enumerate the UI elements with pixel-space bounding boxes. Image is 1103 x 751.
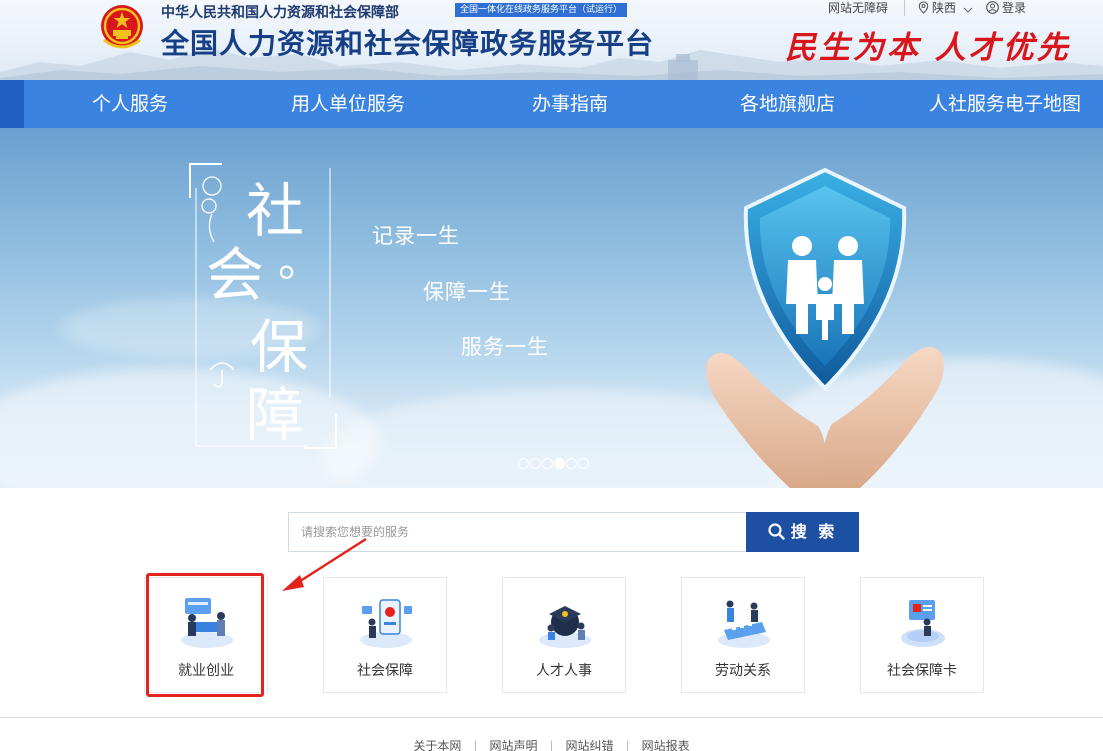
utility-divider bbox=[904, 0, 905, 16]
footer-separator: | bbox=[473, 739, 478, 751]
main-nav: 个人服务 用人单位服务 办事指南 各地旗舰店 人社服务电子地图 bbox=[0, 80, 1103, 128]
beta-tag: 全国一体化在线政务服务平台（试运行） bbox=[455, 3, 628, 17]
service-card-social-security-card[interactable]: 社会保障卡 bbox=[860, 577, 984, 693]
region-label: 陕西 bbox=[932, 1, 957, 15]
footer-link-reports[interactable]: 网站报表 bbox=[642, 739, 690, 751]
hero-banner[interactable]: 社 会 。 保 障 记录一生 保障一生 服务一生 bbox=[0, 128, 1103, 488]
platform-title[interactable]: 全国人力资源和社会保障政务服务平台 bbox=[161, 22, 654, 62]
service-card-label: 社会保障卡 bbox=[887, 663, 957, 679]
nav-accent-block bbox=[0, 80, 24, 128]
carousel-dot[interactable] bbox=[530, 458, 541, 469]
carousel-dot[interactable] bbox=[542, 458, 553, 469]
nav-item-employer-services[interactable]: 用人单位服务 bbox=[291, 80, 405, 128]
footer-links: 关于本网 | 网站声明 | 网站纠错 | 网站报表 bbox=[0, 737, 1103, 751]
location-pin-icon bbox=[918, 1, 929, 14]
service-card-labor-relations[interactable]: 劳动关系 bbox=[681, 577, 805, 693]
national-emblem-icon bbox=[101, 5, 143, 49]
search-icon bbox=[768, 523, 785, 540]
carousel-dot[interactable] bbox=[518, 458, 529, 469]
footer-divider bbox=[0, 717, 1103, 718]
banner-phrase: 记录一生 bbox=[372, 224, 460, 248]
carousel-dot-active[interactable] bbox=[554, 458, 565, 469]
banner-char: 障 bbox=[246, 381, 305, 449]
banner-char: 社 bbox=[246, 177, 305, 245]
service-card-employment[interactable]: 就业创业 bbox=[144, 577, 268, 693]
carousel-dot[interactable] bbox=[566, 458, 577, 469]
banner-phrase: 保障一生 bbox=[423, 280, 511, 304]
user-icon bbox=[986, 1, 999, 14]
nav-item-service-map[interactable]: 人社服务电子地图 bbox=[929, 80, 1081, 128]
service-card-label: 人才人事 bbox=[536, 663, 592, 679]
service-card-social-security[interactable]: 社会保障 bbox=[323, 577, 447, 693]
footer-separator: | bbox=[625, 739, 630, 751]
social-security-card-icon bbox=[901, 600, 945, 647]
banner-char: 。 bbox=[278, 236, 322, 287]
nav-item-regional-stores[interactable]: 各地旗舰店 bbox=[740, 80, 835, 128]
banner-phrase: 服务一生 bbox=[461, 335, 549, 359]
chevron-down-icon bbox=[963, 7, 973, 13]
social-security-icon bbox=[360, 599, 412, 648]
carousel-dot[interactable] bbox=[578, 458, 589, 469]
talent-personnel-icon bbox=[539, 606, 591, 648]
site-header: 中华人民共和国人力资源和社会保障部 全国一体化在线政务服务平台（试运行） 全国人… bbox=[0, 0, 1103, 80]
region-selector[interactable]: 陕西 bbox=[918, 0, 973, 16]
footer-link-statement[interactable]: 网站声明 bbox=[489, 739, 537, 751]
search-button-label: 搜 索 bbox=[790, 522, 838, 541]
slogan: 民生为本 人才优先 bbox=[785, 30, 1071, 66]
nav-item-personal-services[interactable]: 个人服务 bbox=[92, 80, 168, 128]
nav-item-service-guide[interactable]: 办事指南 bbox=[532, 80, 608, 128]
footer-separator: | bbox=[549, 739, 554, 751]
accessibility-link[interactable]: 网站无障碍 bbox=[828, 0, 888, 16]
footer-link-corrections[interactable]: 网站纠错 bbox=[566, 739, 614, 751]
labor-relations-icon bbox=[718, 600, 770, 648]
service-card-talent-personnel[interactable]: 人才人事 bbox=[502, 577, 626, 693]
banner-char: 会 bbox=[206, 241, 265, 309]
login-link[interactable]: 登录 bbox=[986, 0, 1026, 16]
search-button[interactable]: 搜 索 bbox=[746, 512, 859, 552]
banner-char: 保 bbox=[250, 313, 309, 381]
service-card-label: 劳动关系 bbox=[715, 663, 771, 679]
service-card-label: 就业创业 bbox=[178, 663, 234, 679]
shield-family-illustration bbox=[706, 167, 944, 488]
service-card-label: 社会保障 bbox=[357, 663, 413, 679]
footer-link-about[interactable]: 关于本网 bbox=[413, 739, 461, 751]
ministry-name: 中华人民共和国人力资源和社会保障部 bbox=[161, 5, 399, 21]
carousel-indicators bbox=[518, 458, 590, 470]
login-label: 登录 bbox=[1002, 1, 1027, 15]
employment-icon bbox=[181, 598, 233, 648]
